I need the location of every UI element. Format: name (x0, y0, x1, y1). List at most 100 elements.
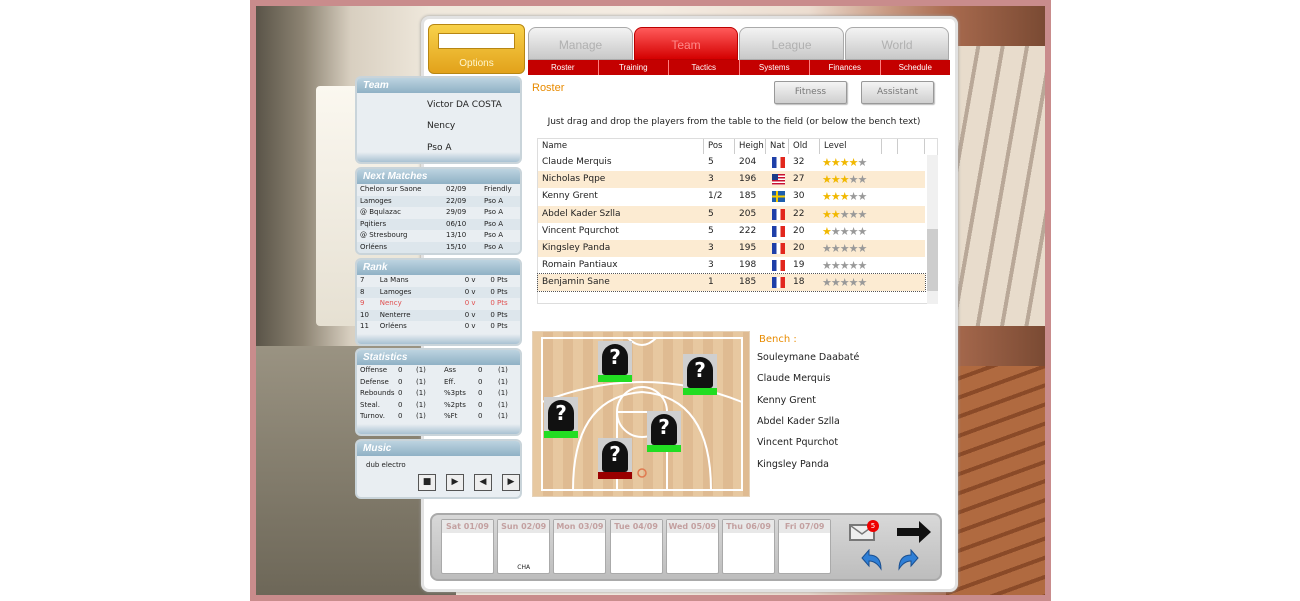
col-level[interactable]: Level (820, 139, 882, 154)
calendar-day[interactable]: Tue 04/09 (609, 519, 663, 574)
match-team: @ Stresbourg (360, 231, 408, 239)
court-player-slot[interactable]: ? (544, 397, 578, 438)
tab-team[interactable]: Team (634, 27, 738, 60)
subnav-schedule[interactable]: Schedule (881, 60, 951, 75)
tab-manage[interactable]: Manage (528, 27, 633, 60)
court-player-slot[interactable]: ? (647, 411, 681, 452)
player-nationality (766, 206, 789, 223)
next-matches-panel: Next Matches Chelon sur Saone 02/09 Friend… (355, 167, 522, 255)
col-height[interactable]: Heigh (735, 139, 766, 154)
subnav-systems[interactable]: Systems (740, 60, 810, 75)
match-row: Lamoges 22/09 Pso A (357, 195, 520, 207)
col-name[interactable]: Name (538, 139, 704, 154)
col-old[interactable]: Old (789, 139, 820, 154)
star-empty-icon: ★ (848, 190, 859, 204)
bench-player[interactable]: Kenny Grent (757, 395, 816, 406)
star-empty-icon: ★ (848, 242, 859, 255)
roster-row[interactable]: Nicholas Pqpe 3 196 27 ★★★★★ (538, 171, 925, 189)
star-filled-icon: ★ (839, 156, 850, 169)
star-filled-icon: ★ (830, 156, 841, 169)
star-empty-icon: ★ (830, 276, 841, 290)
music-track: dub electro (366, 461, 406, 469)
unknown-player-icon: ? (694, 358, 706, 382)
assistant-button[interactable]: Assistant (861, 81, 934, 104)
player-age: 30 (793, 191, 805, 202)
player-age: 19 (793, 260, 805, 271)
stat-row: Defense 0 (1) Eff. 0 (1) (357, 377, 520, 389)
court-player-slot[interactable]: ? (598, 438, 632, 479)
fr-flag-icon (772, 277, 785, 289)
next-matches-title: Next Matches (357, 169, 520, 184)
stat-value: 0 (478, 400, 483, 409)
stat-label: Ass (444, 366, 457, 374)
court-player-slot[interactable]: ? (598, 341, 632, 382)
tab-league[interactable]: League (739, 27, 844, 60)
calendar-day[interactable]: Sat 01/09 (441, 519, 494, 574)
stat-rank: (1) (498, 389, 508, 397)
calendar-day[interactable]: Wed 05/09 (665, 519, 719, 574)
star-filled-icon: ★ (830, 173, 841, 187)
fitness-button[interactable]: Fitness (774, 81, 847, 104)
bench-player[interactable]: Souleymane Daabaté (757, 352, 859, 363)
roster-row[interactable]: Kenny Grent 1/2 185 30 ★★★★★ (538, 188, 925, 205)
play-icon[interactable]: ▶ (446, 474, 464, 491)
bench-player[interactable]: Abdel Kader Szlla (757, 416, 840, 427)
bench-player[interactable]: Vincent Pqurchot (757, 437, 838, 448)
rank-team: Nency (379, 299, 402, 307)
rank-row: 10 Nenterre 0 v 0 Pts (357, 309, 520, 321)
calendar-day[interactable]: Thu 06/09 (722, 519, 775, 574)
subnav-finances[interactable]: Finances (810, 60, 881, 75)
next-icon[interactable]: ▶ (502, 474, 520, 491)
stat-rank: (1) (498, 366, 508, 374)
redo-arrow-icon[interactable] (895, 548, 919, 571)
subnav-tactics[interactable]: Tactics (669, 60, 740, 75)
subnav-roster[interactable]: Roster (528, 60, 599, 75)
subnav-training[interactable]: Training (599, 60, 669, 75)
player-name: Abdel Kader Szlla (542, 208, 621, 219)
calendar-day[interactable]: Sun 02/09 CHA (497, 519, 551, 574)
match-competition: Friendly (484, 185, 512, 193)
star-empty-icon: ★ (848, 207, 859, 221)
match-team: Pqitiers (360, 219, 387, 228)
roster-row[interactable]: Benjamin Sane 1 185 18 ★★★★★ (537, 273, 926, 293)
player-name: Claude Merquis (542, 157, 612, 167)
bench-title: Bench : (759, 334, 797, 345)
team-panel-title: Team (357, 78, 520, 93)
match-date: 15/10 (446, 242, 467, 251)
roster-row[interactable]: Claude Merquis 5 204 32 ★★★★★ (538, 154, 925, 171)
options-input[interactable] (438, 33, 515, 49)
player-age: 22 (793, 208, 805, 219)
bench-player[interactable]: Claude Merquis (757, 373, 830, 384)
court-player-slot[interactable]: ? (683, 354, 717, 395)
tab-world[interactable]: World (845, 27, 949, 60)
stat-rank: (1) (416, 389, 426, 397)
star-empty-icon: ★ (857, 173, 868, 187)
player-position: 5 (708, 225, 714, 236)
calendar-day[interactable]: Fri 07/09 (778, 519, 832, 574)
roster-row[interactable]: Abdel Kader Szlla 5 205 22 ★★★★★ (538, 205, 925, 223)
match-date: 22/09 (446, 196, 467, 205)
match-team: Lamoges (360, 196, 392, 205)
rank-row: 9 Nency 0 v 0 Pts (357, 298, 520, 310)
bench-player[interactable]: Kingsley Panda (757, 459, 829, 470)
stat-label: Rebounds (360, 389, 395, 397)
club-name: Nency (427, 121, 456, 131)
star-empty-icon: ★ (839, 276, 850, 290)
roster-row[interactable]: Romain Pantiaux 3 198 19 ★★★★★ (538, 257, 925, 274)
options-button[interactable]: Options (428, 24, 525, 74)
player-height: 222 (739, 225, 757, 236)
calendar-day-label: Fri 07/09 (779, 520, 831, 533)
col-pos[interactable]: Pos (704, 139, 735, 154)
roster-row[interactable]: Vincent Pqurchot 5 222 20 ★★★★★ (538, 223, 925, 240)
undo-arrow-icon[interactable] (861, 548, 885, 571)
next-day-arrow-icon[interactable] (895, 519, 933, 545)
calendar-day[interactable]: Mon 03/09 (553, 519, 607, 574)
roster-scrollbar[interactable] (927, 155, 938, 304)
col-nat[interactable]: Nat (766, 139, 789, 154)
previous-icon[interactable]: ◀ (474, 474, 492, 491)
player-nationality (766, 240, 789, 257)
roster-row[interactable]: Kingsley Panda 3 195 20 ★★★★★ (538, 240, 925, 257)
unknown-player-icon: ? (609, 442, 621, 466)
stop-icon[interactable]: ■ (418, 474, 436, 491)
player-fitness-bar (598, 472, 632, 479)
